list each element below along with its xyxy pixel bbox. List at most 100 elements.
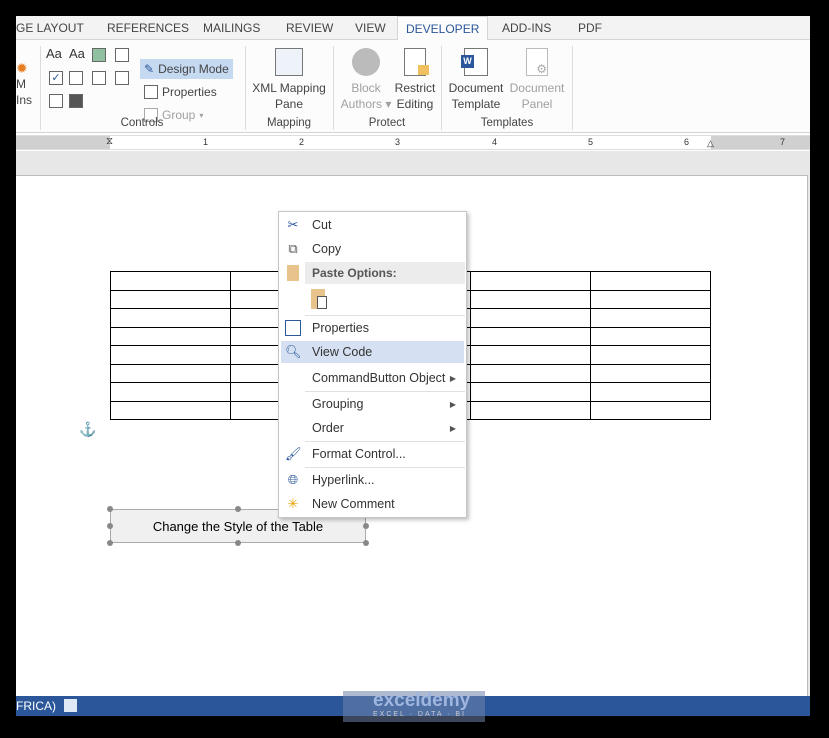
resize-handle[interactable] xyxy=(363,540,369,546)
table-cell[interactable] xyxy=(470,308,591,328)
menu-item-properties[interactable]: Properties xyxy=(281,317,464,339)
table-cell[interactable] xyxy=(470,400,591,420)
exceldemy-watermark: exceldemy EXCEL · DATA · BI xyxy=(343,691,485,722)
tab-add-ins[interactable]: ADD-INS xyxy=(502,21,551,35)
table-cell[interactable] xyxy=(590,289,711,309)
anchor-icon: ⚓ xyxy=(79,421,97,437)
menu-item-copy[interactable]: ⧉ Copy xyxy=(281,238,464,260)
tab-page-layout[interactable]: GE LAYOUT xyxy=(16,21,84,35)
com-addins-button[interactable]: ✹ M Ins xyxy=(16,60,34,108)
picture-control-icon[interactable] xyxy=(92,48,106,62)
table-cell[interactable] xyxy=(470,363,591,383)
xml-mapping-pane-button[interactable]: XML Mapping Pane xyxy=(246,48,332,112)
table-cell[interactable] xyxy=(470,345,591,365)
menu-item-order[interactable]: Order ▶ xyxy=(281,417,464,439)
table-cell[interactable] xyxy=(110,326,231,346)
resize-handle[interactable] xyxy=(107,523,113,529)
document-panel-icon: ⚙ xyxy=(526,48,548,76)
menu-item-grouping[interactable]: Grouping ▶ xyxy=(281,393,464,415)
table-cell[interactable] xyxy=(110,363,231,383)
date-picker-icon[interactable] xyxy=(115,71,129,85)
resize-handle[interactable] xyxy=(107,540,113,546)
language-status[interactable]: FRICA) xyxy=(16,699,56,713)
table-cell[interactable] xyxy=(470,326,591,346)
menu-item-view-code[interactable]: 🔍︎ View Code xyxy=(281,341,464,363)
tab-view[interactable]: VIEW xyxy=(355,21,386,35)
legacy-tools-icon[interactable] xyxy=(69,94,83,108)
menu-item-format-control[interactable]: 🖌︎ Format Control... xyxy=(281,443,464,465)
menu-item-new-comment[interactable]: ✳ New Comment xyxy=(281,493,464,515)
controls-group-label: Controls xyxy=(120,117,164,129)
tab-developer[interactable]: DEVELOPER xyxy=(397,16,489,41)
view-code-icon: 🔍︎ xyxy=(285,344,302,359)
lock-document-icon xyxy=(404,48,429,76)
combo-box-icon[interactable] xyxy=(69,71,83,85)
table-cell[interactable] xyxy=(110,382,231,402)
design-mode-icon: ✎ xyxy=(144,62,155,76)
scissors-icon: ✂ xyxy=(287,217,299,232)
repeating-section-icon[interactable] xyxy=(49,94,63,108)
table-cell[interactable] xyxy=(110,271,231,291)
tab-references[interactable]: REFERENCES xyxy=(107,21,189,35)
word-template-icon: W xyxy=(461,48,488,76)
gear-icon: ✹ xyxy=(16,60,28,76)
tab-pdf[interactable]: PDF xyxy=(578,21,602,35)
hyperlink-icon: 🌐︎ xyxy=(287,472,299,487)
keyboard-layout-icon[interactable] xyxy=(64,699,77,712)
table-cell[interactable] xyxy=(590,308,711,328)
left-indent-marker[interactable]: ⧖ xyxy=(106,136,113,147)
table-cell[interactable] xyxy=(590,382,711,402)
horizontal-ruler[interactable]: 1 2 3 4 5 6 7 ⧖ △ xyxy=(16,135,810,150)
context-menu: ✂ Cut ⧉ Copy Paste Options: Properties 🔍︎ V… xyxy=(278,211,467,518)
table-cell[interactable] xyxy=(590,345,711,365)
properties-icon xyxy=(285,320,301,336)
checkbox-control-icon[interactable]: ✓ xyxy=(49,71,63,85)
ribbon-tabs: GE LAYOUT REFERENCES MAILINGS REVIEW VIE… xyxy=(16,16,810,41)
table-cell[interactable] xyxy=(590,400,711,420)
rich-text-control-icon[interactable]: Aa xyxy=(46,46,62,61)
table-cell[interactable] xyxy=(110,289,231,309)
ribbon: ✹ M Ins Aa Aa ✓ ✎ Design Mode Properties … xyxy=(16,40,810,133)
properties-button[interactable]: Properties xyxy=(140,82,221,102)
plain-text-control-icon[interactable]: Aa xyxy=(69,46,85,61)
table-cell[interactable] xyxy=(470,271,591,291)
table-cell[interactable] xyxy=(110,345,231,365)
table-cell[interactable] xyxy=(590,326,711,346)
table-cell[interactable] xyxy=(110,308,231,328)
design-mode-button[interactable]: ✎ Design Mode xyxy=(140,59,233,79)
protect-group-label: Protect xyxy=(368,117,406,129)
table-cell[interactable] xyxy=(470,382,591,402)
table-cell[interactable] xyxy=(470,289,591,309)
document-panel-button[interactable]: ⚙ Document Panel xyxy=(506,48,568,112)
building-block-icon[interactable] xyxy=(115,48,129,62)
block-authors-button[interactable]: Block Authors ▾ xyxy=(336,48,396,112)
resize-handle[interactable] xyxy=(363,523,369,529)
submenu-arrow-icon: ▶ xyxy=(449,399,456,409)
format-control-icon: 🖌︎ xyxy=(285,446,302,461)
submenu-arrow-icon: ▶ xyxy=(449,423,456,433)
paste-keep-source-icon[interactable] xyxy=(311,289,327,309)
resize-handle[interactable] xyxy=(107,506,113,512)
new-comment-icon: ✳ xyxy=(287,496,299,511)
table-cell[interactable] xyxy=(590,271,711,291)
resize-handle[interactable] xyxy=(235,540,241,546)
restrict-editing-button[interactable]: Restrict Editing xyxy=(392,48,438,112)
resize-handle[interactable] xyxy=(235,506,241,512)
table-cell[interactable] xyxy=(110,400,231,420)
copy-icon: ⧉ xyxy=(288,241,298,256)
submenu-arrow-icon: ▶ xyxy=(449,373,456,383)
xml-mapping-icon xyxy=(275,48,303,76)
paste-options-header: Paste Options: xyxy=(281,262,465,284)
templates-group-label: Templates xyxy=(480,117,534,129)
menu-item-commandbutton-object[interactable]: CommandButton Object ▶ xyxy=(281,367,464,389)
tab-review[interactable]: REVIEW xyxy=(286,21,333,35)
tab-mailings[interactable]: MAILINGS xyxy=(203,21,260,35)
document-template-button[interactable]: W Document Template xyxy=(444,48,508,112)
dropdown-list-icon[interactable] xyxy=(92,71,106,85)
table-cell[interactable] xyxy=(590,363,711,383)
paste-icon xyxy=(287,265,299,281)
right-indent-marker[interactable]: △ xyxy=(707,138,714,149)
properties-icon xyxy=(144,85,158,99)
menu-item-hyperlink[interactable]: 🌐︎ Hyperlink... xyxy=(281,469,464,491)
menu-item-cut[interactable]: ✂ Cut xyxy=(281,214,464,236)
